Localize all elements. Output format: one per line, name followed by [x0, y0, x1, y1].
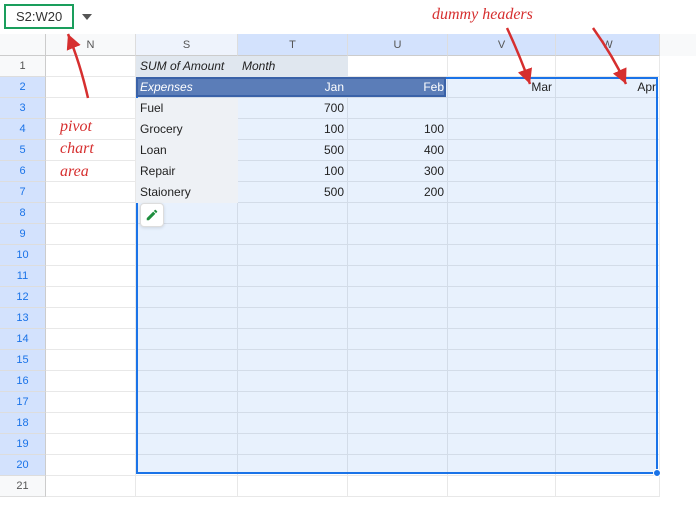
pivot-col-header-jan: Jan: [238, 77, 348, 98]
column-header-W[interactable]: W: [556, 34, 660, 56]
pivot-value: 100: [348, 119, 448, 140]
cells-area[interactable]: SUM of AmountMonthExpensesJanFebMarApr Fu…: [46, 56, 696, 509]
column-header-N[interactable]: N: [46, 34, 136, 56]
pivot-col-header-feb: Feb: [348, 77, 448, 98]
pivot-columns-label: Month: [238, 56, 348, 77]
column-header-S[interactable]: S: [136, 34, 238, 56]
pivot-values-label: SUM of Amount: [136, 56, 238, 77]
row-header-2[interactable]: 2: [0, 77, 46, 98]
row-header-12[interactable]: 12: [0, 287, 46, 308]
row-header-17[interactable]: 17: [0, 392, 46, 413]
pivot-row-label: Fuel: [136, 98, 238, 119]
pivot-value: 100: [238, 119, 348, 140]
pivot-value: 400: [348, 140, 448, 161]
pivot-value: 100: [238, 161, 348, 182]
row-header-19[interactable]: 19: [0, 434, 46, 455]
row-header-13[interactable]: 13: [0, 308, 46, 329]
pivot-row-label: Repair: [136, 161, 238, 182]
pencil-icon: [145, 208, 159, 222]
column-header-U[interactable]: U: [348, 34, 448, 56]
pivot-row-label: Loan: [136, 140, 238, 161]
row-header-21[interactable]: 21: [0, 476, 46, 497]
row-header-11[interactable]: 11: [0, 266, 46, 287]
spreadsheet-grid: NSTUVW 123456789101112131415161718192021…: [0, 34, 696, 509]
pivot-value: 500: [238, 182, 348, 203]
pivot-col-header-apr: Apr: [556, 77, 660, 98]
row-header-7[interactable]: 7: [0, 182, 46, 203]
pivot-rows-label: Expenses: [136, 77, 238, 98]
column-header-V[interactable]: V: [448, 34, 556, 56]
pivot-row-label: Staionery: [136, 182, 238, 203]
row-headers: 123456789101112131415161718192021: [0, 56, 46, 497]
row-header-8[interactable]: 8: [0, 203, 46, 224]
name-box-dropdown-icon[interactable]: [82, 14, 92, 20]
column-headers: NSTUVW: [0, 34, 696, 56]
row-header-16[interactable]: 16: [0, 371, 46, 392]
pivot-value: 700: [238, 98, 348, 119]
row-header-5[interactable]: 5: [0, 140, 46, 161]
edit-pivot-button[interactable]: [140, 203, 164, 227]
row-header-3[interactable]: 3: [0, 98, 46, 119]
annotation-dummy-headers: dummy headers: [432, 6, 533, 24]
name-box[interactable]: S2:W20: [4, 4, 74, 29]
pivot-col-header-mar: Mar: [448, 77, 556, 98]
column-header-T[interactable]: T: [238, 34, 348, 56]
row-header-20[interactable]: 20: [0, 455, 46, 476]
pivot-value: 500: [238, 140, 348, 161]
row-header-4[interactable]: 4: [0, 119, 46, 140]
row-header-6[interactable]: 6: [0, 161, 46, 182]
pivot-value: 200: [348, 182, 448, 203]
row-header-9[interactable]: 9: [0, 224, 46, 245]
pivot-value: 300: [348, 161, 448, 182]
row-header-1[interactable]: 1: [0, 56, 46, 77]
row-header-14[interactable]: 14: [0, 329, 46, 350]
row-header-10[interactable]: 10: [0, 245, 46, 266]
row-header-15[interactable]: 15: [0, 350, 46, 371]
row-header-18[interactable]: 18: [0, 413, 46, 434]
pivot-row-label: Grocery: [136, 119, 238, 140]
selection-handle[interactable]: [653, 469, 661, 477]
select-all-corner[interactable]: [0, 34, 46, 56]
